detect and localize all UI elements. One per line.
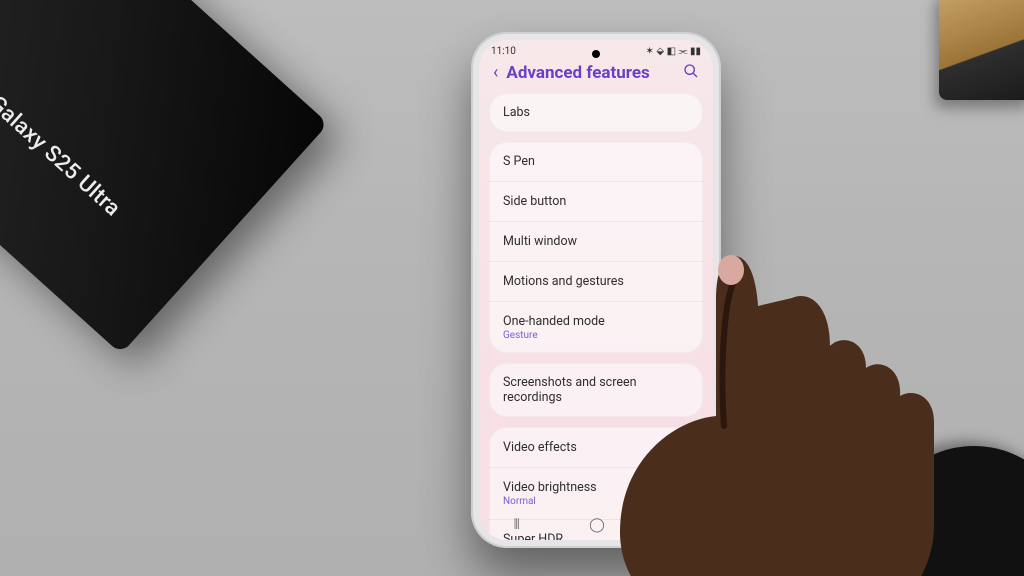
settings-item-labs[interactable]: Labs [489, 93, 703, 132]
settings-item-video-effects[interactable]: Video effects [489, 427, 703, 468]
settings-item-side-button[interactable]: Side button [489, 182, 703, 222]
settings-item-sublabel: Normal [503, 496, 689, 507]
settings-item-multi-window[interactable]: Multi window [489, 222, 703, 262]
settings-group: S Pen Side button Multi window Motions a… [489, 142, 703, 353]
settings-item-label: Multi window [503, 234, 689, 249]
settings-group: Screenshots and screen recordings [489, 363, 703, 417]
settings-header: ‹ Advanced features [479, 59, 713, 93]
settings-item-label: Side button [503, 194, 689, 209]
settings-group: Labs [489, 93, 703, 132]
settings-item-s-pen[interactable]: S Pen [489, 142, 703, 182]
page-title: Advanced features [506, 63, 675, 83]
settings-item-label: Video brightness [503, 480, 689, 495]
settings-item-label: Motions and gestures [503, 274, 689, 289]
android-nav-bar: ⦀ ◯ ‹ [479, 510, 713, 540]
nav-back-icon[interactable]: ‹ [674, 517, 678, 533]
prop-top-right [939, 0, 1024, 100]
product-box-label: Galaxy S25 Ultra [0, 91, 125, 221]
product-box: Galaxy S25 Ultra [0, 0, 328, 354]
prop-bottom-right [874, 446, 1024, 576]
nav-home-icon[interactable]: ◯ [589, 517, 605, 533]
settings-item-label: Video effects [503, 440, 577, 455]
status-time: 11:10 [491, 46, 516, 57]
settings-item-motions-gestures[interactable]: Motions and gestures [489, 262, 703, 302]
settings-item-label: Screenshots and screen recordings [503, 375, 689, 405]
back-icon[interactable]: ‹ [493, 64, 498, 82]
nav-recent-icon[interactable]: ⦀ [514, 517, 520, 533]
scene-root: Galaxy S25 Ultra 11:10 ✶ ⬙ ◧ ⫘ ▮▮ ‹ Adva… [0, 0, 1024, 576]
settings-item-screenshots[interactable]: Screenshots and screen recordings [489, 363, 703, 417]
phone-frame: 11:10 ✶ ⬙ ◧ ⫘ ▮▮ ‹ Advanced features Lab… [471, 32, 721, 548]
settings-item-sublabel: Gesture [503, 330, 689, 341]
settings-item-one-handed-mode[interactable]: One-handed mode Gesture [489, 302, 703, 353]
phone-screen: 11:10 ✶ ⬙ ◧ ⫘ ▮▮ ‹ Advanced features Lab… [479, 40, 713, 540]
front-camera-cutout [592, 50, 600, 58]
settings-item-label: S Pen [503, 154, 689, 169]
status-icons: ✶ ⬙ ◧ ⫘ ▮▮ [646, 46, 701, 57]
settings-item-label: Labs [503, 105, 689, 120]
toggle-switch-on[interactable] [659, 439, 689, 455]
search-icon[interactable] [683, 63, 699, 83]
settings-item-label: One-handed mode [503, 314, 689, 329]
